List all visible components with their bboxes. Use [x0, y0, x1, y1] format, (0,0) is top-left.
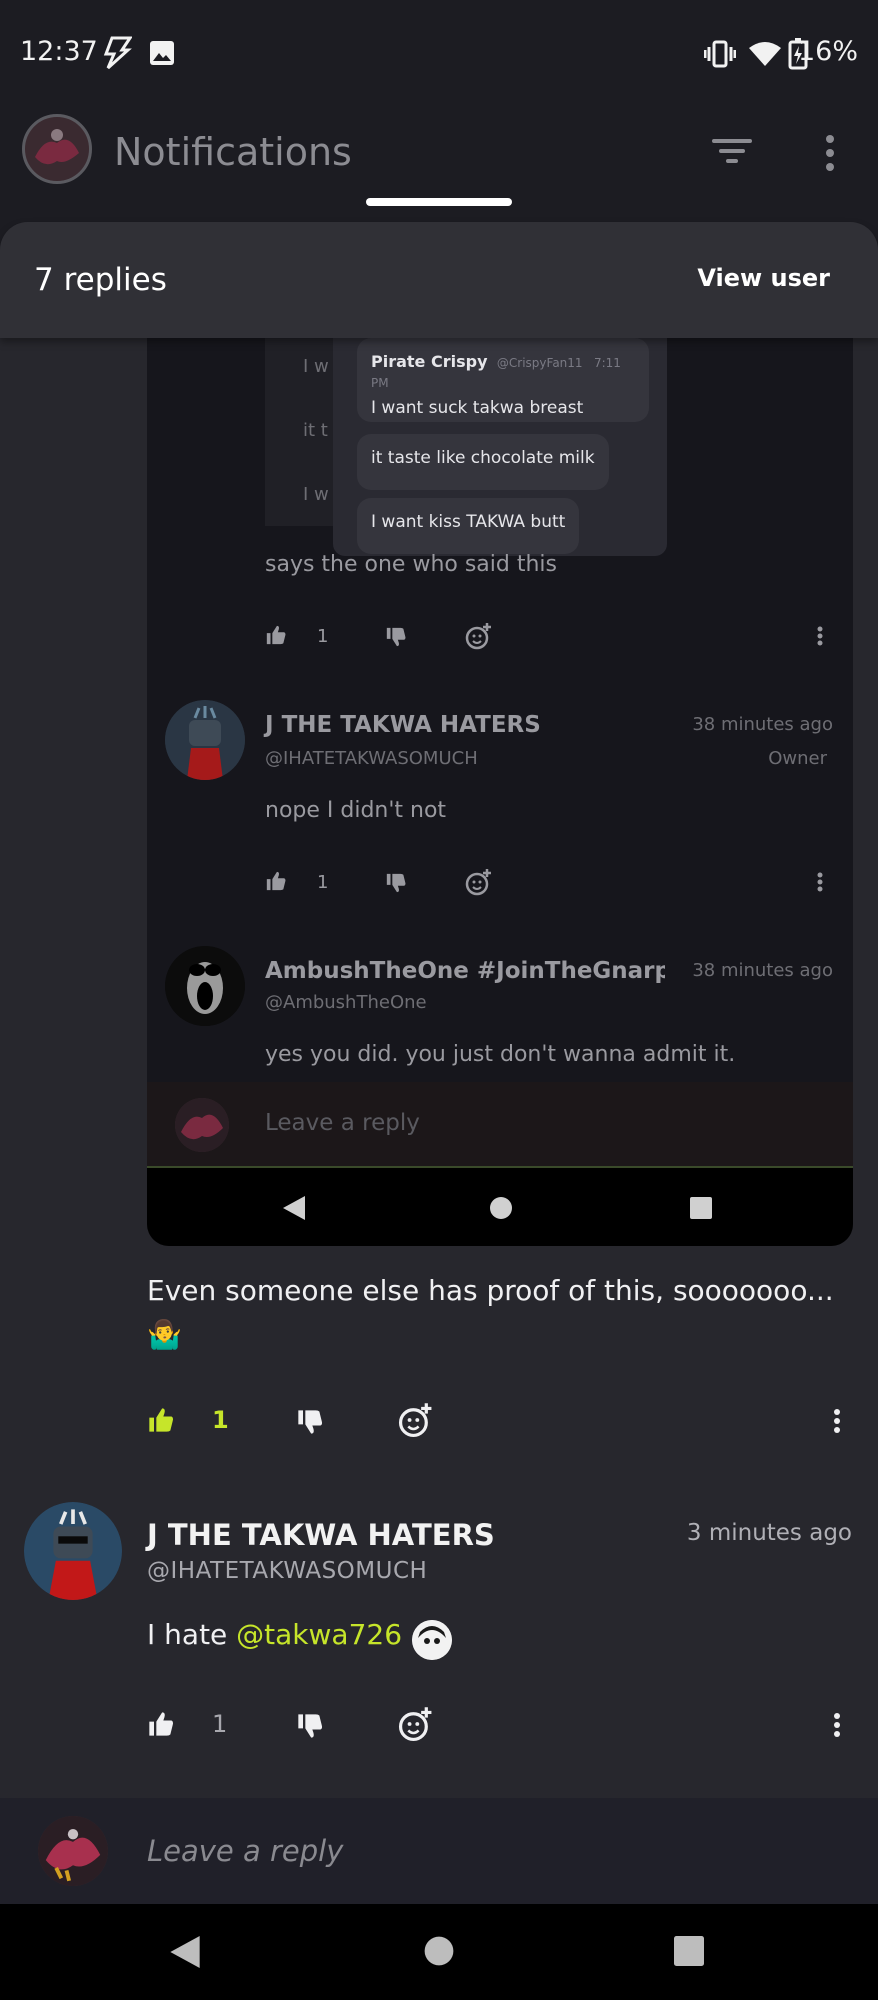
- avatar[interactable]: [24, 1502, 122, 1600]
- avatar: [175, 1098, 229, 1152]
- shrug-emoji: 🤷‍♂️: [147, 1318, 182, 1351]
- status-time: 12:37: [20, 36, 98, 67]
- screenshot-fragment: it t: [303, 420, 328, 441]
- chat-bubble: Pirate Crispy @CrispyFan11 7:11 PM I wan…: [357, 338, 649, 422]
- timestamp: 3 minutes ago: [686, 1520, 852, 1546]
- embedded-author-handle: @AmbushTheOne: [265, 992, 427, 1013]
- embedded-comment-text: yes you did. you just don't wanna admit …: [265, 1042, 736, 1067]
- system-nav-bar: [0, 1904, 878, 2000]
- embedded-timestamp: 38 minutes ago: [692, 714, 833, 735]
- like-button[interactable]: [147, 1406, 175, 1434]
- dislike-icon: [385, 872, 407, 894]
- mention-avatar: [412, 1620, 452, 1660]
- screenshot-fragment: I w: [303, 356, 329, 377]
- more-options-button[interactable]: [833, 1408, 841, 1434]
- more-vert-icon: [817, 626, 823, 646]
- mention-link[interactable]: @takwa726: [236, 1618, 402, 1651]
- add-reaction-button[interactable]: [398, 1706, 434, 1742]
- bubble-author: Pirate Crispy: [371, 352, 488, 371]
- embedded-reply-placeholder: Leave a reply: [265, 1110, 420, 1136]
- recents-button[interactable]: [674, 1936, 704, 1966]
- back-icon: [283, 1196, 305, 1220]
- home-button[interactable]: [424, 1936, 454, 1966]
- sheet-drag-handle[interactable]: [366, 198, 512, 206]
- like-icon: [265, 870, 287, 892]
- embedded-comment-text: nope I didn't not: [265, 798, 447, 823]
- like-count: 1: [212, 1406, 229, 1434]
- recents-icon: [689, 1196, 713, 1220]
- flash-icon: [100, 36, 132, 70]
- status-bar: 12:37 16%: [0, 0, 878, 110]
- page-title: Notifications: [114, 130, 352, 174]
- sheet-header: 7 replies View user: [0, 222, 878, 338]
- back-button[interactable]: [170, 1936, 200, 1968]
- dislike-icon: [385, 626, 407, 648]
- profile-avatar[interactable]: [22, 114, 92, 184]
- embedded-author-name: AmbushTheOne #JoinTheGnarpCu: [265, 958, 665, 984]
- embedded-reply-bar: Leave a reply: [147, 1082, 853, 1166]
- author-handle: @IHATETAKWASOMUCH: [147, 1558, 428, 1584]
- chat-bubble: I want kiss TAKWA butt: [357, 498, 580, 554]
- more-vert-icon[interactable]: [824, 134, 836, 172]
- bubble-message: I want suck takwa breast: [371, 398, 584, 418]
- embedded-nav-bar: [147, 1168, 853, 1246]
- chat-bubble: it taste like chocolate milk: [357, 434, 609, 490]
- battery-percent: 16%: [797, 36, 858, 67]
- reply-bar: Leave a reply: [0, 1798, 878, 1904]
- bubble-handle: @CrispyFan11: [496, 356, 583, 370]
- more-options-button[interactable]: [833, 1712, 841, 1738]
- avatar: [165, 946, 245, 1026]
- owner-badge: Owner: [768, 748, 827, 769]
- reply-input[interactable]: Leave a reply: [147, 1834, 343, 1868]
- comment-text-prefix: I hate: [147, 1618, 237, 1651]
- embedded-author-handle: @IHATETAKWASOMUCH: [265, 748, 478, 769]
- avatar: [38, 1816, 108, 1886]
- screenshot-fragment: I w: [303, 484, 329, 505]
- avatar: [165, 700, 245, 780]
- embedded-timestamp: 38 minutes ago: [692, 960, 833, 981]
- add-reaction-icon: [465, 868, 493, 896]
- wifi-icon: [748, 40, 782, 66]
- embedded-author-name: J THE TAKWA HATERS: [265, 712, 541, 738]
- bubble-message: I want kiss TAKWA butt: [371, 512, 566, 532]
- add-reaction-button[interactable]: [398, 1402, 434, 1438]
- home-icon: [489, 1196, 513, 1220]
- bubble-message: it taste like chocolate milk: [371, 448, 595, 468]
- like-count: 1: [212, 1710, 228, 1738]
- dislike-button[interactable]: [296, 1712, 324, 1740]
- like-count: 1: [317, 872, 329, 893]
- attached-screenshot[interactable]: I w it t I w Pirate Crispy @CrispyFan11 …: [147, 338, 853, 1246]
- comment-text: Even someone else has proof of this, soo…: [147, 1274, 834, 1307]
- author-name[interactable]: J THE TAKWA HATERS: [147, 1518, 495, 1552]
- dislike-button[interactable]: [296, 1408, 324, 1436]
- more-vert-icon: [817, 872, 823, 892]
- filter-icon[interactable]: [712, 138, 752, 166]
- comment-text: I hate @takwa726: [147, 1618, 402, 1651]
- image-icon: [149, 40, 175, 66]
- replies-count-title: 7 replies: [34, 262, 167, 298]
- view-user-button[interactable]: View user: [697, 264, 830, 292]
- like-count: 1: [317, 626, 329, 647]
- like-icon: [265, 624, 287, 646]
- like-button[interactable]: [147, 1710, 175, 1738]
- vibrate-icon: [704, 40, 736, 68]
- embedded-comment-text: says the one who said this: [265, 552, 557, 577]
- add-reaction-icon: [465, 622, 493, 650]
